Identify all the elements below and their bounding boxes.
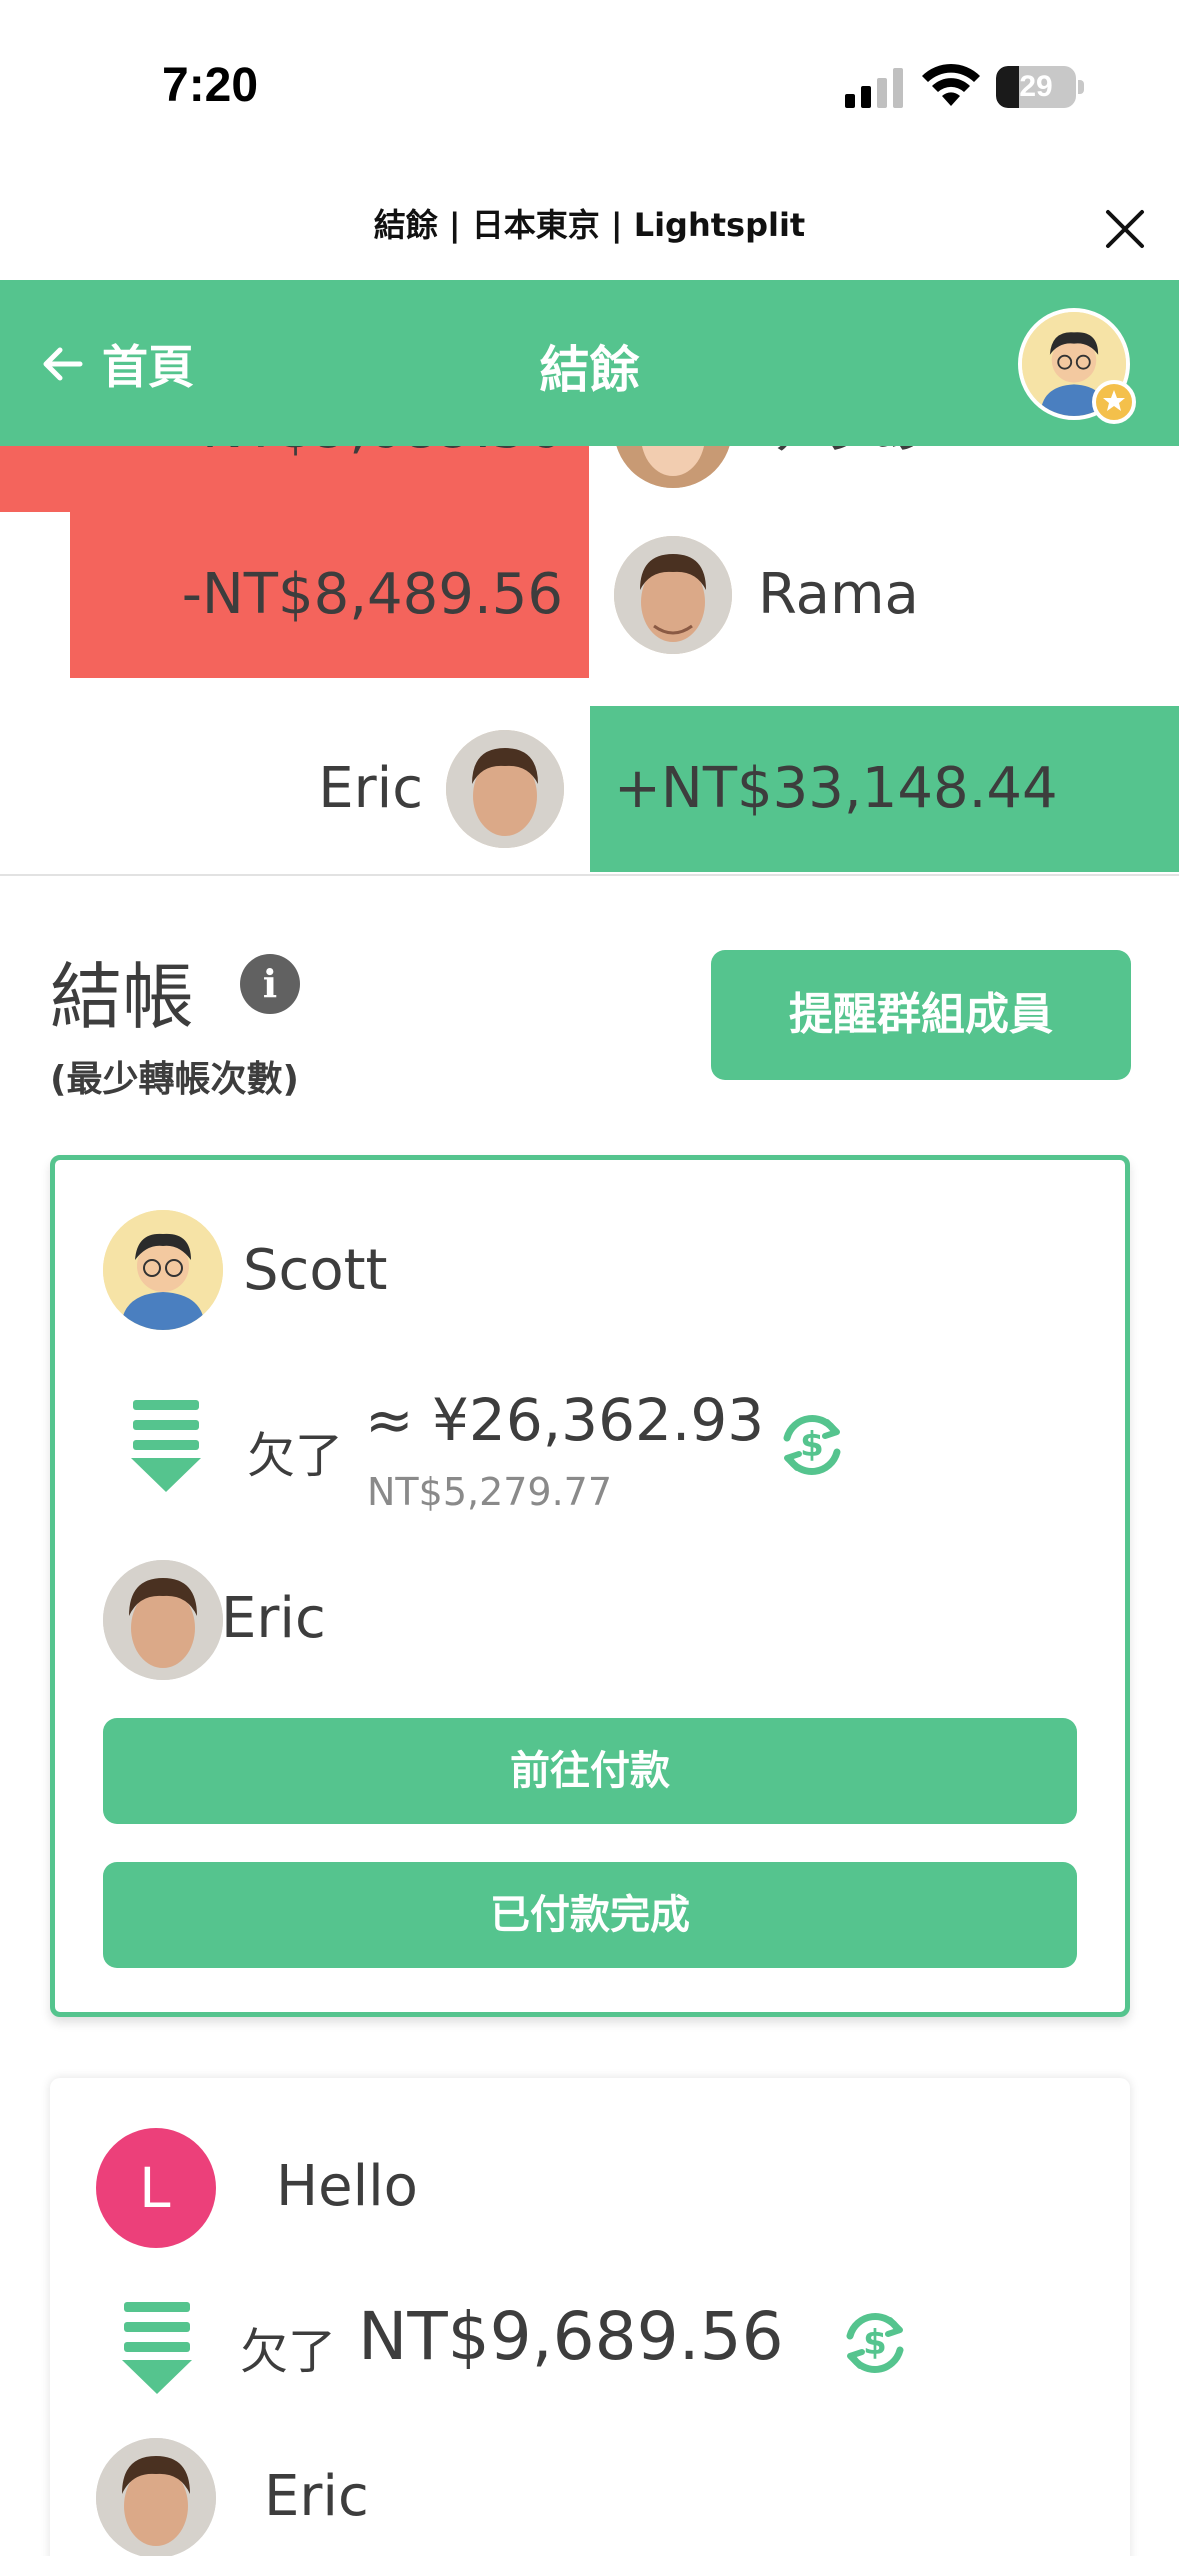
payer-avatar [103,1210,223,1330]
avatar-illustration [103,1210,223,1330]
go-to-pay-button[interactable]: 前往付款 [103,1718,1077,1824]
member-name: Rama [758,562,919,627]
cellular-signal-icon [845,68,903,108]
status-time: 7:20 [162,59,259,112]
close-icon[interactable] [1100,204,1150,254]
status-bar: 7:20 29 [0,0,1179,175]
payee-name: Eric [221,1586,326,1651]
balance-row[interactable]: -NT$9,689.56 ゆりあ [0,446,1179,512]
payee-name: Eric [264,2464,369,2529]
remind-members-button[interactable]: 提醒群組成員 [711,950,1131,1080]
currency-convert-icon[interactable]: $ [838,2306,912,2380]
payer-name: Hello [276,2154,418,2219]
balance-chart: -NT$9,689.56 ゆりあ -NT$8,489.56 Rama Eric [0,446,1179,874]
owe-label: 欠了 [240,2324,337,2380]
member-photo [96,2438,216,2556]
member-photo [446,730,564,848]
transfer-card[interactable]: L Hello 欠了 NT$9,689.56 $ Eric [50,2078,1130,2556]
member-avatar [614,536,732,654]
transfer-card[interactable]: Scott 欠了 ≈ ¥26,362.93 NT$5,279.77 $ Eric… [50,1155,1130,2017]
battery-icon: 29 [996,66,1076,108]
svg-text:$: $ [800,1425,824,1465]
page-title: 結餘 [539,341,640,399]
payee-avatar [103,1560,223,1680]
mark-paid-button[interactable]: 已付款完成 [103,1862,1077,1968]
settle-subtitle: (最少轉帳次數) [50,1059,299,1100]
arrow-down-icon [122,2302,192,2394]
payee-avatar [96,2438,216,2556]
balance-row[interactable]: Eric +NT$33,148.44 [0,706,1179,872]
balance-amount: -NT$8,489.56 [181,562,563,627]
owe-label: 欠了 [247,1428,344,1484]
wifi-icon [922,63,980,106]
member-photo [103,1560,223,1680]
owe-amount-converted: NT$5,279.77 [367,1470,613,1514]
balance-row[interactable]: -NT$8,489.56 Rama [0,512,1179,678]
arrow-down-icon [131,1400,201,1492]
member-name: Eric [318,756,423,821]
payer-name: Scott [243,1238,388,1303]
star-badge-icon [1092,380,1136,424]
battery-nub [1078,80,1084,94]
owe-amount: NT$9,689.56 [358,2298,784,2375]
battery-percent: 29 [1019,70,1053,103]
payer-avatar: L [96,2128,216,2248]
svg-text:$: $ [863,2323,887,2363]
currency-convert-icon[interactable]: $ [775,1408,849,1482]
member-avatar [446,730,564,848]
balance-amount: +NT$33,148.44 [614,756,1058,821]
settle-title: 結帳 [50,955,195,1039]
info-icon[interactable]: i [240,954,300,1014]
member-avatar [614,446,732,488]
section-divider [0,874,1179,876]
member-photo [614,446,732,488]
member-photo [614,536,732,654]
balance-amount: -NT$9,689.56 [182,446,563,512]
member-name: ゆりあ [758,446,926,512]
browser-page-title: 結餘 | 日本東京 | Lightsplit [373,206,806,244]
app-header: 首頁 結餘 [0,280,1179,446]
owe-amount: ≈ ¥26,362.93 [365,1386,765,1454]
star-icon [1103,390,1125,411]
